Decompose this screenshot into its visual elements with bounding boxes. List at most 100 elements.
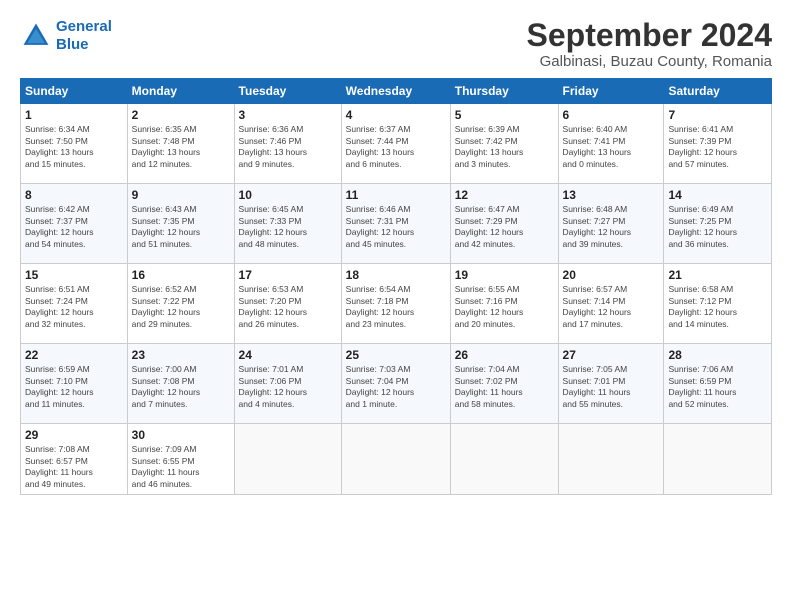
day-number: 26 [455, 348, 554, 362]
day-detail: Sunrise: 6:49 AM Sunset: 7:25 PM Dayligh… [668, 204, 767, 250]
calendar-cell: 18 Sunrise: 6:54 AM Sunset: 7:18 PM Dayli… [341, 264, 450, 344]
calendar-cell: 8 Sunrise: 6:42 AM Sunset: 7:37 PM Daylig… [21, 184, 128, 264]
logo: General Blue [20, 18, 112, 54]
day-number: 2 [132, 108, 230, 122]
calendar-cell [664, 424, 772, 495]
calendar-cell: 17 Sunrise: 6:53 AM Sunset: 7:20 PM Dayli… [234, 264, 341, 344]
day-detail: Sunrise: 6:43 AM Sunset: 7:35 PM Dayligh… [132, 204, 230, 250]
week-row-1: 1 Sunrise: 6:34 AM Sunset: 7:50 PM Daylig… [21, 104, 772, 184]
day-detail: Sunrise: 6:46 AM Sunset: 7:31 PM Dayligh… [346, 204, 446, 250]
day-number: 19 [455, 268, 554, 282]
calendar-cell: 5Sunrise: 6:39 AM Sunset: 7:42 PM Daylig… [450, 104, 558, 184]
calendar-cell: 9 Sunrise: 6:43 AM Sunset: 7:35 PM Daylig… [127, 184, 234, 264]
day-number: 4 [346, 108, 446, 122]
day-detail: Sunrise: 6:52 AM Sunset: 7:22 PM Dayligh… [132, 284, 230, 330]
calendar-cell: 24Sunrise: 7:01 AM Sunset: 7:06 PM Dayli… [234, 344, 341, 424]
day-detail: Sunrise: 6:42 AM Sunset: 7:37 PM Dayligh… [25, 204, 123, 250]
calendar-cell: 13 Sunrise: 6:48 AM Sunset: 7:27 PM Dayli… [558, 184, 664, 264]
calendar-cell: 28Sunrise: 7:06 AM Sunset: 6:59 PM Dayli… [664, 344, 772, 424]
calendar-cell: 14 Sunrise: 6:49 AM Sunset: 7:25 PM Dayli… [664, 184, 772, 264]
day-detail: Sunrise: 7:04 AM Sunset: 7:02 PM Dayligh… [455, 364, 554, 410]
day-detail: Sunrise: 6:41 AM Sunset: 7:39 PM Dayligh… [668, 124, 767, 170]
calendar-cell [558, 424, 664, 495]
day-number: 18 [346, 268, 446, 282]
calendar-cell: 15 Sunrise: 6:51 AM Sunset: 7:24 PM Dayli… [21, 264, 128, 344]
calendar-cell: 30Sunrise: 7:09 AM Sunset: 6:55 PM Dayli… [127, 424, 234, 495]
calendar-cell: 11 Sunrise: 6:46 AM Sunset: 7:31 PM Dayli… [341, 184, 450, 264]
calendar-table: SundayMondayTuesdayWednesdayThursdayFrid… [20, 78, 772, 495]
calendar-cell: 19Sunrise: 6:55 AM Sunset: 7:16 PM Dayli… [450, 264, 558, 344]
day-number: 7 [668, 108, 767, 122]
day-detail: Sunrise: 6:36 AM Sunset: 7:46 PM Dayligh… [239, 124, 337, 170]
day-number: 9 [132, 188, 230, 202]
day-detail: Sunrise: 6:40 AM Sunset: 7:41 PM Dayligh… [563, 124, 660, 170]
day-detail: Sunrise: 6:57 AM Sunset: 7:14 PM Dayligh… [563, 284, 660, 330]
calendar-cell: 10 Sunrise: 6:45 AM Sunset: 7:33 PM Dayli… [234, 184, 341, 264]
day-detail: Sunrise: 6:48 AM Sunset: 7:27 PM Dayligh… [563, 204, 660, 250]
day-detail: Sunrise: 7:05 AM Sunset: 7:01 PM Dayligh… [563, 364, 660, 410]
day-number: 22 [25, 348, 123, 362]
logo-line2: Blue [56, 36, 89, 53]
calendar-cell [234, 424, 341, 495]
weekday-header-row: SundayMondayTuesdayWednesdayThursdayFrid… [21, 79, 772, 104]
weekday-header-monday: Monday [127, 79, 234, 104]
calendar-cell: 27 Sunrise: 7:05 AM Sunset: 7:01 PM Dayli… [558, 344, 664, 424]
day-detail: Sunrise: 6:45 AM Sunset: 7:33 PM Dayligh… [239, 204, 337, 250]
day-detail: Sunrise: 6:59 AM Sunset: 7:10 PM Dayligh… [25, 364, 123, 410]
logo-icon [20, 20, 52, 52]
page: General Blue September 2024 Galbinasi, B… [0, 0, 792, 612]
day-number: 21 [668, 268, 767, 282]
day-number: 6 [563, 108, 660, 122]
weekday-header-tuesday: Tuesday [234, 79, 341, 104]
calendar-cell: 26 Sunrise: 7:04 AM Sunset: 7:02 PM Dayli… [450, 344, 558, 424]
day-detail: Sunrise: 6:53 AM Sunset: 7:20 PM Dayligh… [239, 284, 337, 330]
day-number: 17 [239, 268, 337, 282]
calendar-cell: 4 Sunrise: 6:37 AM Sunset: 7:44 PM Daylig… [341, 104, 450, 184]
calendar-cell: 2 Sunrise: 6:35 AM Sunset: 7:48 PM Daylig… [127, 104, 234, 184]
calendar-cell: 7 Sunrise: 6:41 AM Sunset: 7:39 PM Daylig… [664, 104, 772, 184]
calendar-cell: 6 Sunrise: 6:40 AM Sunset: 7:41 PM Daylig… [558, 104, 664, 184]
day-number: 12 [455, 188, 554, 202]
day-detail: Sunrise: 7:08 AM Sunset: 6:57 PM Dayligh… [25, 444, 123, 490]
day-number: 29 [25, 428, 123, 442]
calendar-cell: 25Sunrise: 7:03 AM Sunset: 7:04 PM Dayli… [341, 344, 450, 424]
weekday-header-wednesday: Wednesday [341, 79, 450, 104]
day-number: 5 [455, 108, 554, 122]
day-number: 13 [563, 188, 660, 202]
month-title: September 2024 [527, 18, 772, 53]
day-detail: Sunrise: 7:00 AM Sunset: 7:08 PM Dayligh… [132, 364, 230, 410]
day-number: 23 [132, 348, 230, 362]
day-number: 27 [563, 348, 660, 362]
logo-line1: General [56, 18, 112, 35]
calendar-cell: 1 Sunrise: 6:34 AM Sunset: 7:50 PM Daylig… [21, 104, 128, 184]
weekday-header-sunday: Sunday [21, 79, 128, 104]
weekday-header-saturday: Saturday [664, 79, 772, 104]
day-number: 28 [668, 348, 767, 362]
calendar-cell: 23 Sunrise: 7:00 AM Sunset: 7:08 PM Dayli… [127, 344, 234, 424]
day-number: 15 [25, 268, 123, 282]
day-detail: Sunrise: 6:54 AM Sunset: 7:18 PM Dayligh… [346, 284, 446, 330]
calendar-cell [341, 424, 450, 495]
day-number: 14 [668, 188, 767, 202]
logo-text: General Blue [56, 18, 112, 54]
day-detail: Sunrise: 6:37 AM Sunset: 7:44 PM Dayligh… [346, 124, 446, 170]
day-detail: Sunrise: 6:58 AM Sunset: 7:12 PM Dayligh… [668, 284, 767, 330]
day-number: 10 [239, 188, 337, 202]
calendar-cell: 12 Sunrise: 6:47 AM Sunset: 7:29 PM Dayli… [450, 184, 558, 264]
day-detail: Sunrise: 6:47 AM Sunset: 7:29 PM Dayligh… [455, 204, 554, 250]
day-detail: Sunrise: 6:34 AM Sunset: 7:50 PM Dayligh… [25, 124, 123, 170]
day-number: 16 [132, 268, 230, 282]
weekday-header-friday: Friday [558, 79, 664, 104]
location-subtitle: Galbinasi, Buzau County, Romania [527, 53, 772, 70]
day-number: 20 [563, 268, 660, 282]
title-area: September 2024 Galbinasi, Buzau County, … [527, 18, 772, 70]
calendar-cell: 21 Sunrise: 6:58 AM Sunset: 7:12 PM Dayli… [664, 264, 772, 344]
calendar-cell [450, 424, 558, 495]
day-detail: Sunrise: 6:35 AM Sunset: 7:48 PM Dayligh… [132, 124, 230, 170]
day-number: 1 [25, 108, 123, 122]
day-detail: Sunrise: 6:51 AM Sunset: 7:24 PM Dayligh… [25, 284, 123, 330]
header-area: General Blue September 2024 Galbinasi, B… [20, 18, 772, 70]
day-number: 11 [346, 188, 446, 202]
week-row-5: 29 Sunrise: 7:08 AM Sunset: 6:57 PM Dayli… [21, 424, 772, 495]
day-number: 8 [25, 188, 123, 202]
